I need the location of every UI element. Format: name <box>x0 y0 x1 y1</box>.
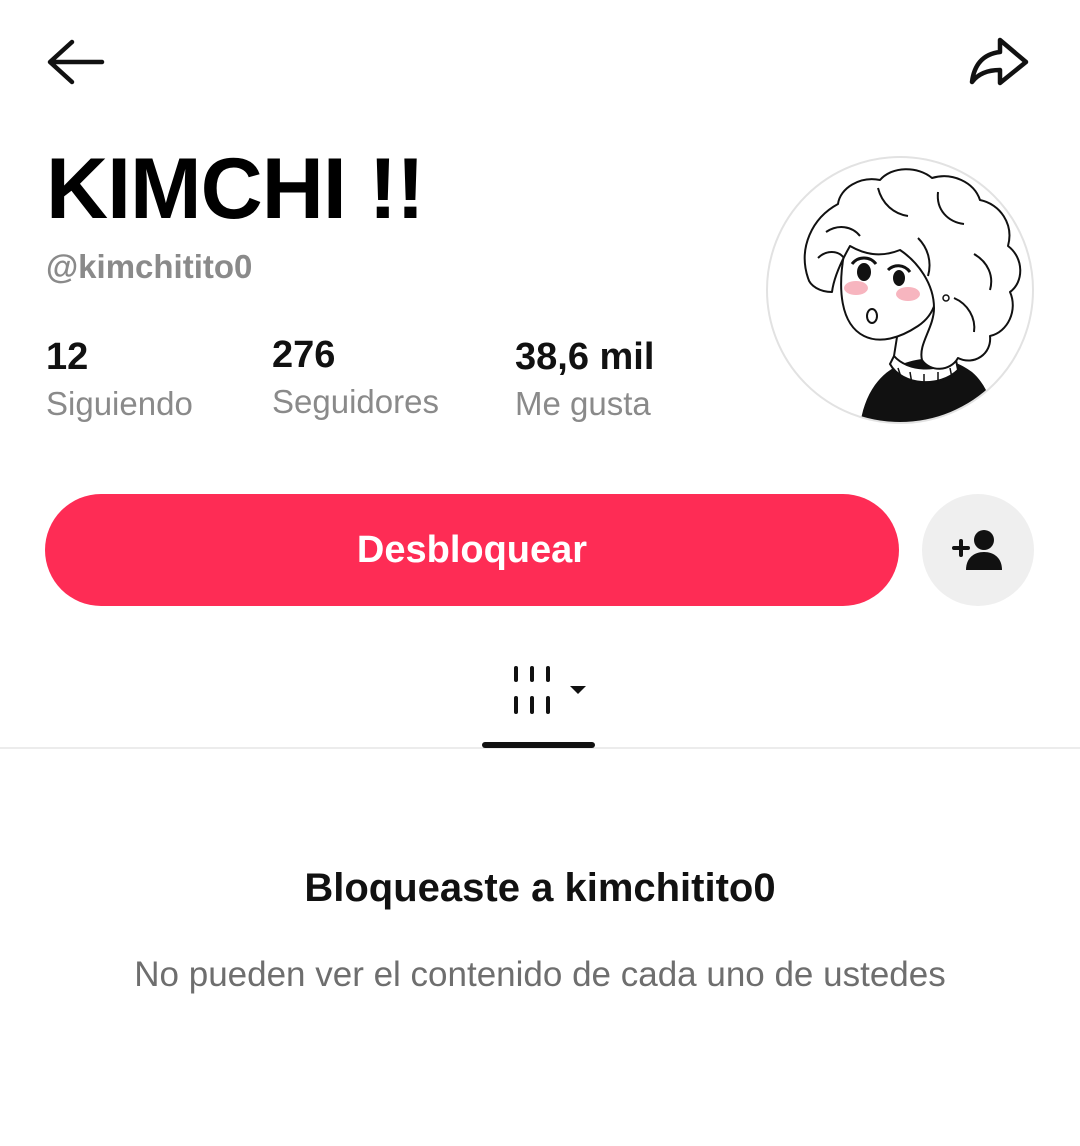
stat-followers[interactable]: 276 Seguidores <box>272 332 439 424</box>
share-button[interactable] <box>964 30 1034 94</box>
back-button[interactable] <box>44 34 110 96</box>
unblock-button[interactable]: Desbloquear <box>45 494 899 606</box>
add-friend-button[interactable] <box>922 494 1034 606</box>
share-arrow-icon <box>969 37 1029 86</box>
stat-following-count: 12 <box>46 336 89 378</box>
profile-display-name: KIMCHI !! <box>46 141 425 237</box>
videos-grid-icon <box>514 666 586 714</box>
stat-followers-label: Seguidores <box>272 383 439 420</box>
add-person-icon <box>952 530 1002 570</box>
arrow-left-icon <box>47 39 105 85</box>
caret-down-icon <box>570 686 586 694</box>
stat-likes[interactable]: 38,6 mil Me gusta <box>515 334 654 426</box>
stat-likes-label: Me gusta <box>515 385 651 422</box>
profile-avatar-drawing <box>803 168 1022 422</box>
stat-following[interactable]: 12 Siguiendo <box>46 334 193 426</box>
stat-likes-count: 38,6 mil <box>515 336 655 378</box>
avatar[interactable] <box>766 156 1034 424</box>
tab-videos[interactable] <box>500 660 596 720</box>
blocked-title: Bloqueaste a kimchitito0 <box>304 866 776 910</box>
profile-handle: @kimchitito0 <box>46 248 253 285</box>
stat-followers-count: 276 <box>272 334 336 376</box>
blocked-description: No pueden ver el contenido de cada uno d… <box>134 955 946 994</box>
unblock-button-label: Desbloquear <box>356 528 588 571</box>
stat-following-label: Siguiendo <box>46 385 193 422</box>
tab-active-indicator <box>482 742 595 748</box>
